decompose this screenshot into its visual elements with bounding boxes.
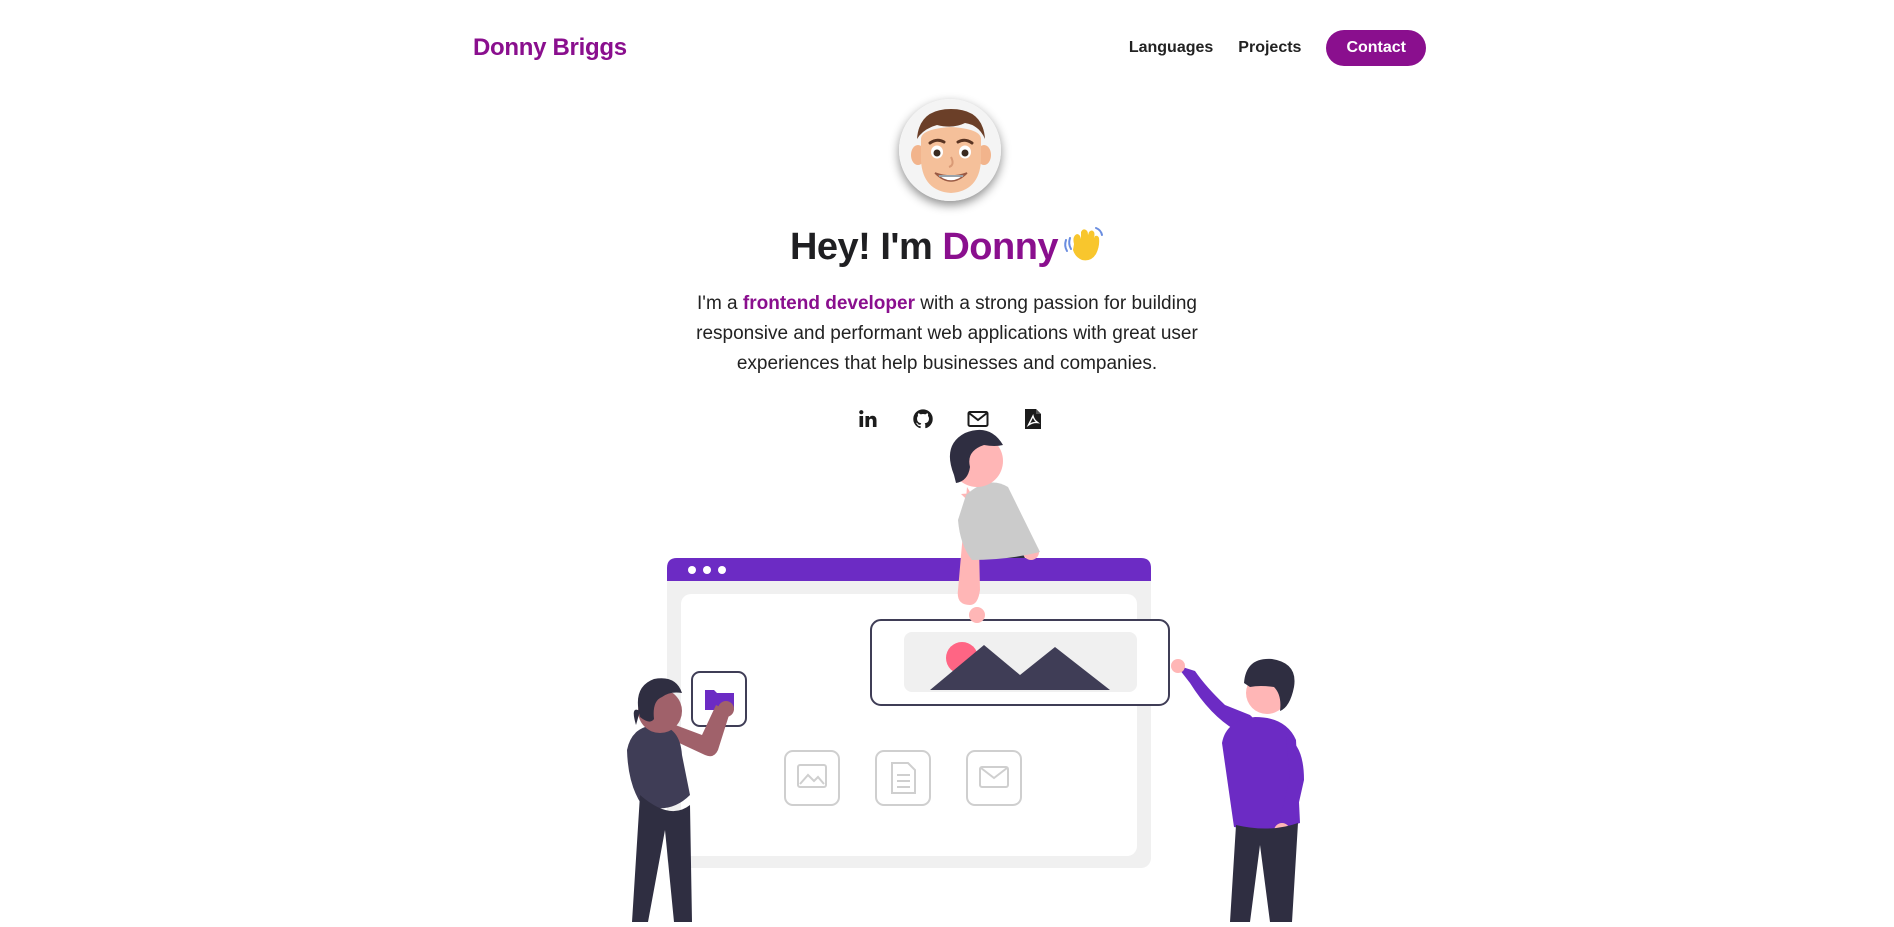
hero-intro: I'm a frontend developer with a strong p… bbox=[677, 289, 1217, 379]
hero-headline: Hey! I'm Donny bbox=[0, 224, 1894, 274]
main-nav: Languages Projects Contact bbox=[1129, 30, 1426, 66]
nav-link-languages[interactable]: Languages bbox=[1129, 39, 1213, 57]
person-right-graphic bbox=[1171, 658, 1304, 922]
hero-illustration bbox=[610, 425, 1330, 922]
nav-link-projects[interactable]: Projects bbox=[1238, 39, 1301, 57]
contact-button[interactable]: Contact bbox=[1326, 30, 1426, 66]
browser-window-graphic bbox=[667, 558, 1170, 868]
intro-highlight: frontend developer bbox=[742, 293, 915, 314]
waving-hand-icon bbox=[1062, 224, 1104, 274]
avatar bbox=[899, 99, 1001, 201]
intro-before: I'm a bbox=[697, 293, 743, 314]
headline-name: Donny bbox=[942, 226, 1059, 269]
brand-logo-text[interactable]: Donny Briggs bbox=[473, 34, 627, 62]
headline-prefix: Hey! I'm bbox=[789, 226, 943, 269]
